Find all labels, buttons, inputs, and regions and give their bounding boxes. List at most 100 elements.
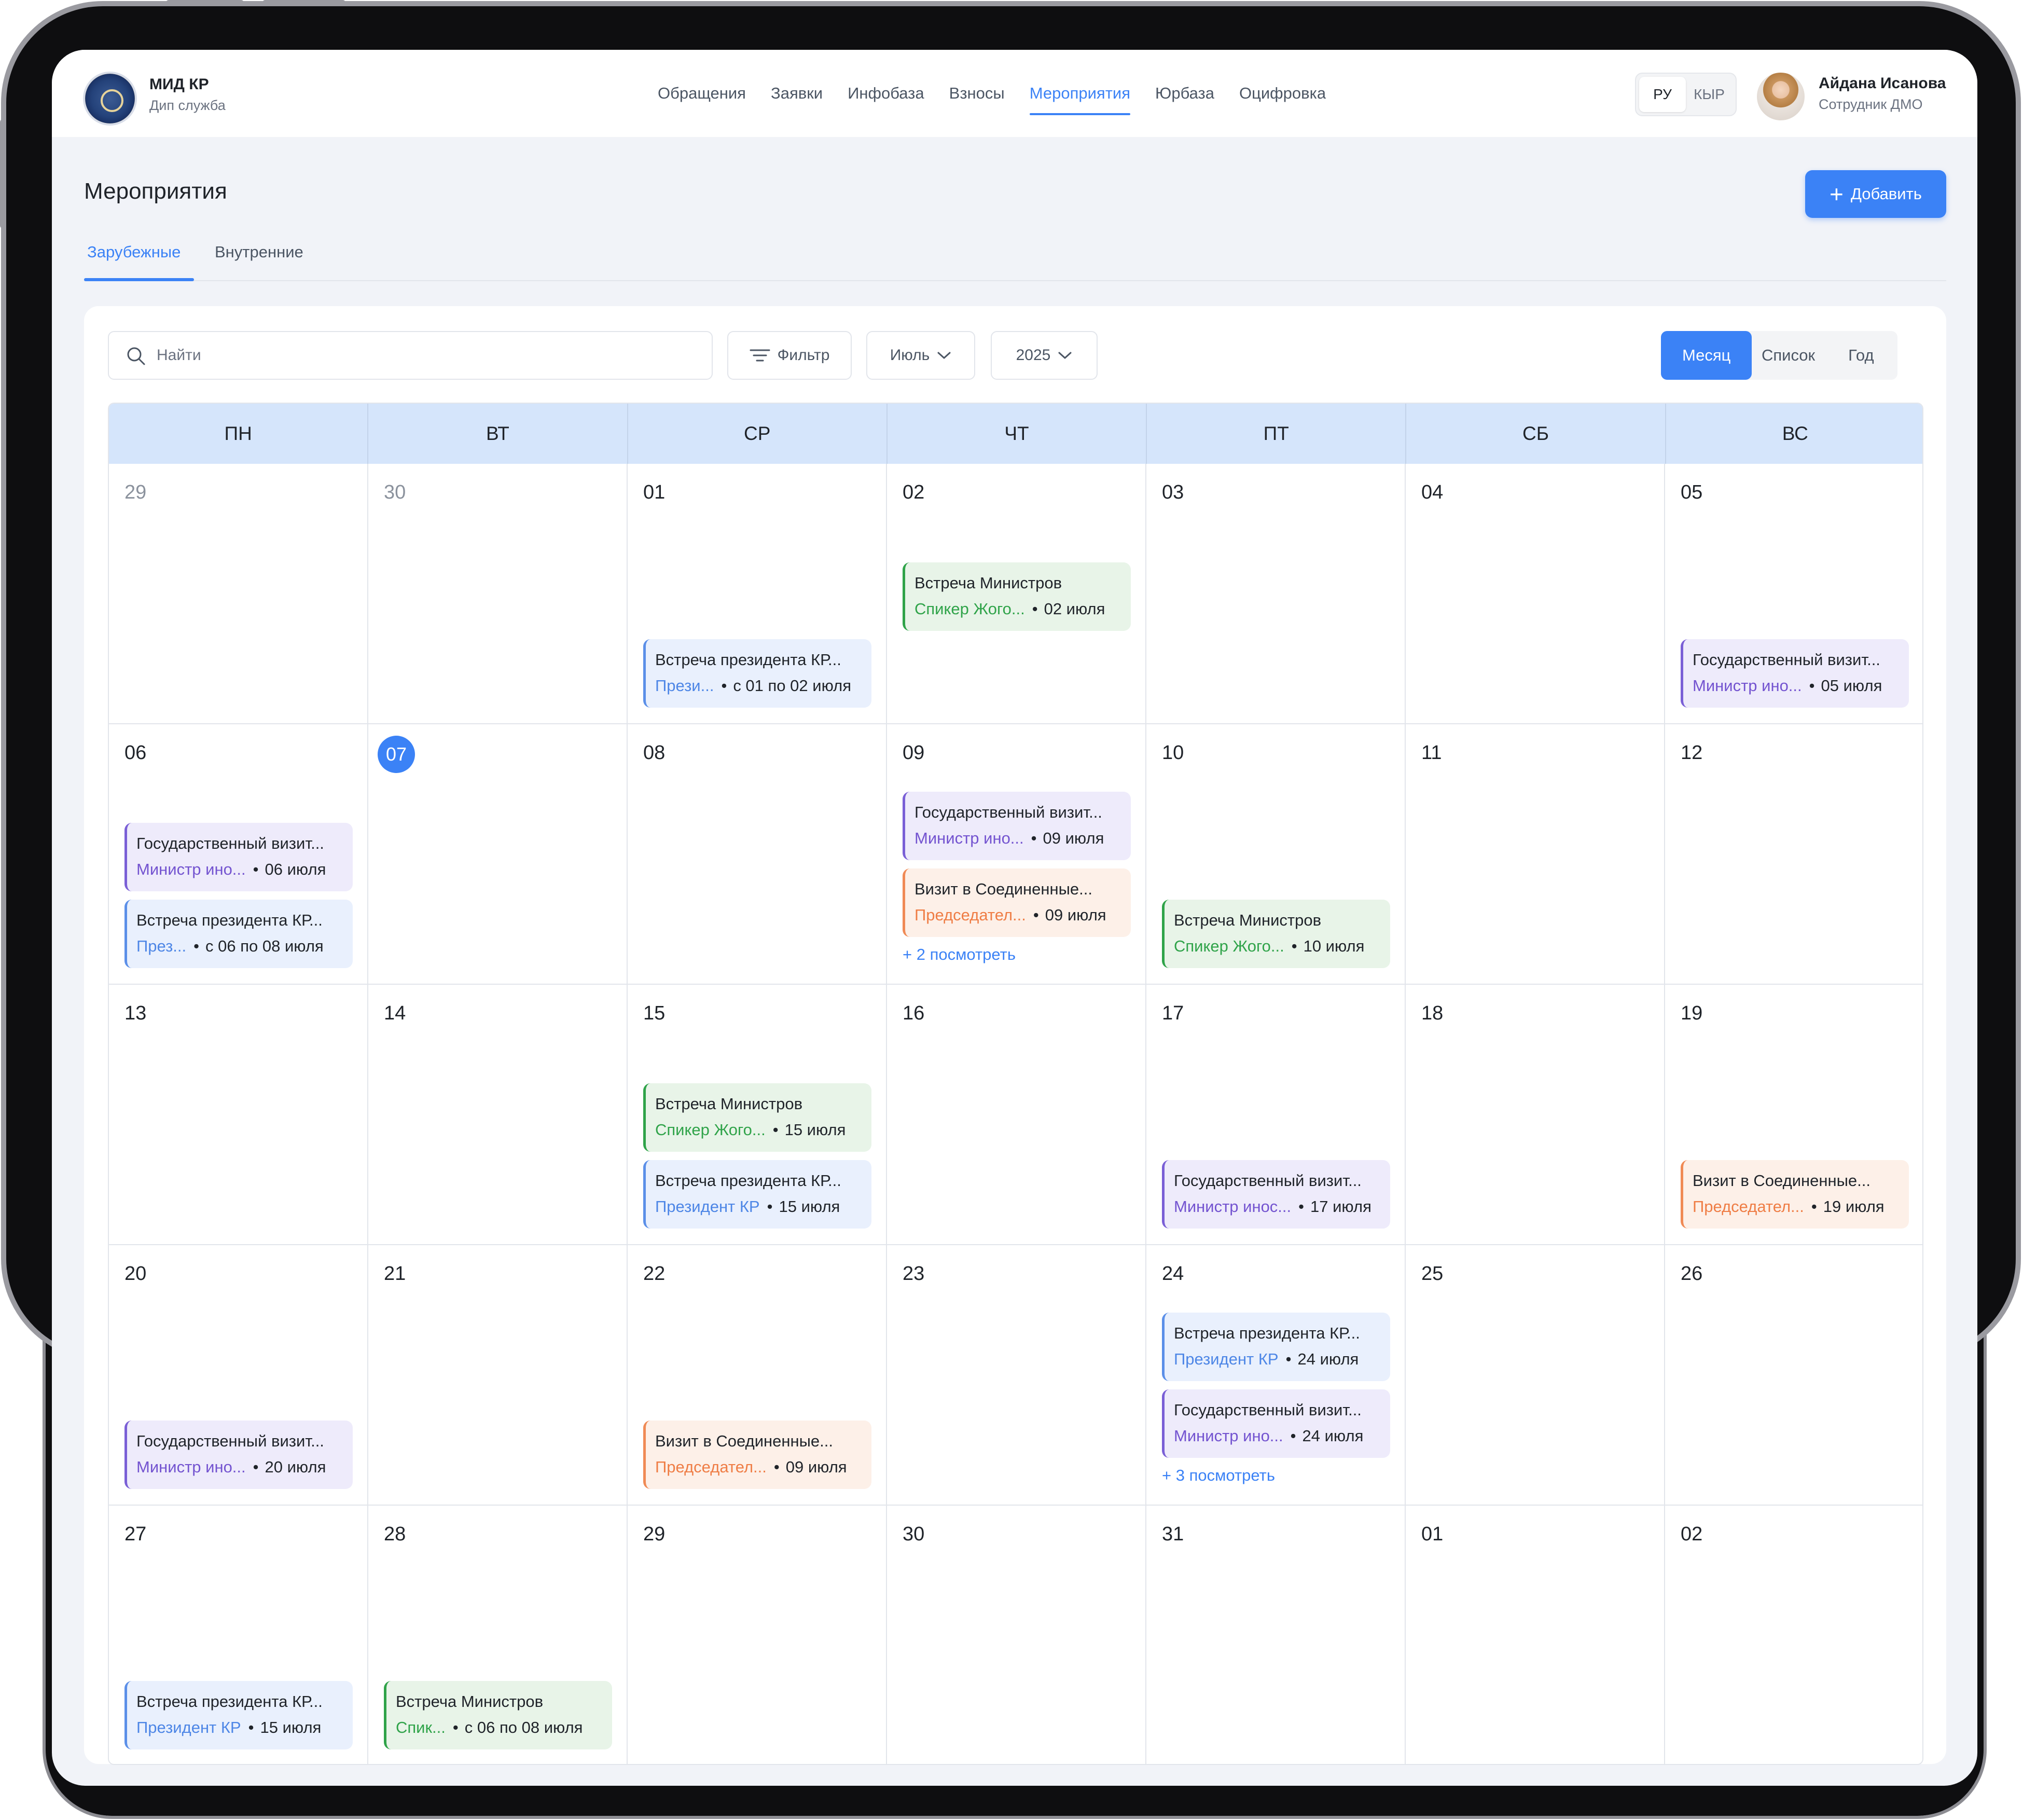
event-title: Государственный визит... [1174, 1171, 1362, 1190]
separator-dot: • [193, 937, 199, 955]
event-date: 05 июля [1821, 677, 1882, 695]
event-card[interactable]: Государственный визит... Министр ино... • 0… [124, 823, 353, 891]
event-participant: Прези... [655, 677, 714, 695]
calendar-day-cell[interactable]: 21 [368, 1245, 628, 1506]
event-card[interactable]: Встреча президента КР... Президент КР • 15 … [124, 1681, 353, 1749]
event-card[interactable]: Встреча Министров Спик... • с 06 по 08 июля [384, 1681, 612, 1749]
calendar-day-cell[interactable]: 06 Государственный визит... Министр ино...… [109, 724, 368, 985]
separator-dot: • [773, 1458, 780, 1476]
calendar-day-cell[interactable]: 28 Встреча Министров Спик... • с 06 по 08 ию… [368, 1506, 628, 1764]
calendar-day-cell[interactable]: 20 Государственный визит... Министр ино...… [109, 1245, 368, 1506]
event-date: 24 июля [1297, 1350, 1359, 1368]
calendar-day-cell[interactable]: 29 [628, 1506, 887, 1764]
event-date: с 06 по 08 июля [205, 937, 324, 955]
calendar-day-cell[interactable]: 16 [887, 985, 1146, 1245]
event-title: Визит в Соединенные... [1693, 1171, 1870, 1190]
event-meta: Председател... • 19 июля [1693, 1197, 1885, 1216]
calendar-day-cell[interactable]: 07 [368, 724, 628, 985]
event-date: 09 июля [785, 1458, 847, 1476]
show-more-link[interactable]: + 2 посмотреть [903, 945, 1016, 964]
calendar-day-cell[interactable]: 02 Встреча Министров Спикер Жого... • 02 июл… [887, 464, 1146, 724]
nav-item-2[interactable]: Инфобаза [848, 50, 924, 137]
calendar-day-cell[interactable]: 01 [1406, 1506, 1665, 1764]
calendar-day-cell[interactable]: 02 [1665, 1506, 1922, 1764]
calendar-day-cell[interactable]: 27 Встреча президента КР... Президент КР • 1… [109, 1506, 368, 1764]
nav-item-1[interactable]: Заявки [771, 50, 823, 137]
day-number: 15 [643, 1002, 666, 1024]
event-title: Встреча президента КР... [1174, 1324, 1360, 1342]
calendar-day-cell[interactable]: 23 [887, 1245, 1146, 1506]
calendar-day-cell[interactable]: 12 [1665, 724, 1922, 985]
calendar-day-cell[interactable]: 01 Встреча президента КР... Прези... • с 01 … [628, 464, 887, 724]
show-more-link[interactable]: + 3 посмотреть [1162, 1466, 1275, 1485]
event-card[interactable]: Визит в Соединенные... Председател... • 09 … [643, 1421, 871, 1489]
event-card[interactable]: Государственный визит... Министр ино... • 0… [903, 792, 1131, 860]
calendar-day-cell[interactable]: 30 [368, 464, 628, 724]
event-card[interactable]: Встреча Министров Спикер Жого... • 02 июля [903, 562, 1131, 631]
event-meta: Председател... • 09 июля [655, 1458, 847, 1477]
calendar-day-cell[interactable]: 14 [368, 985, 628, 1245]
event-card[interactable]: Визит в Соединенные... Председател... • 19 … [1681, 1160, 1909, 1229]
separator-dot: • [1291, 937, 1297, 955]
view-month-button[interactable]: Месяц [1661, 331, 1752, 380]
filter-icon [750, 349, 770, 362]
calendar-day-cell[interactable]: 24 Встреча президента КР... Президент КР • 2… [1146, 1245, 1406, 1506]
calendar-day-cell[interactable]: 19 Визит в Соединенные... Председател... • 1… [1665, 985, 1922, 1245]
event-card[interactable]: Встреча президента КР... Президент КР • 15 … [643, 1160, 871, 1229]
tab-domestic[interactable]: Внутренние [215, 243, 303, 261]
user-avatar[interactable] [1757, 73, 1805, 120]
nav-item-3[interactable]: Взносы [949, 50, 1005, 137]
event-card[interactable]: Встреча президента КР... Президент КР • 24 … [1162, 1313, 1390, 1381]
day-number: 18 [1421, 1002, 1444, 1024]
day-number: 01 [643, 481, 666, 503]
calendar-day-cell[interactable]: 29 [109, 464, 368, 724]
mfa-emblem-logo[interactable] [83, 72, 137, 126]
calendar-day-cell[interactable]: 04 [1406, 464, 1665, 724]
event-card[interactable]: Встреча Министров Спикер Жого... • 15 июля [643, 1083, 871, 1152]
calendar-day-cell[interactable]: 13 [109, 985, 368, 1245]
nav-item-5[interactable]: Юрбаза [1155, 50, 1214, 137]
calendar-card: Найти Фильтр Июль 2025 Месяц Список Год … [84, 306, 1946, 1765]
lang-ru-button[interactable]: РУ [1639, 77, 1686, 112]
event-card[interactable]: Встреча Министров Спикер Жого... • 10 июля [1162, 900, 1390, 968]
calendar-day-cell[interactable]: 11 [1406, 724, 1665, 985]
calendar-day-cell[interactable]: 10 Встреча Министров Спикер Жого... • 10 июл… [1146, 724, 1406, 985]
tab-foreign[interactable]: Зарубежные [87, 243, 181, 261]
filter-button[interactable]: Фильтр [727, 331, 852, 380]
event-card[interactable]: Государственный визит... Министр ино... • 0… [1681, 639, 1909, 708]
calendar-day-cell[interactable]: 26 [1665, 1245, 1922, 1506]
lang-ky-button[interactable]: КЫР [1686, 77, 1733, 112]
calendar-day-cell[interactable]: 05 Государственный визит... Министр ино...… [1665, 464, 1922, 724]
year-select[interactable]: 2025 [991, 331, 1098, 380]
event-card[interactable]: Государственный визит... Министр ино... • 2… [124, 1421, 353, 1489]
calendar-day-cell[interactable]: 30 [887, 1506, 1146, 1764]
event-card[interactable]: Визит в Соединенные... Председател... • 09 … [903, 868, 1131, 937]
calendar-day-cell[interactable]: 17 Государственный визит... Министр инос..… [1146, 985, 1406, 1245]
calendar-day-cell[interactable]: 08 [628, 724, 887, 985]
event-participant: През... [136, 937, 187, 955]
event-card[interactable]: Встреча президента КР... През... • с 06 по … [124, 900, 353, 968]
calendar-day-cell[interactable]: 22 Визит в Соединенные... Председател... • 0… [628, 1245, 887, 1506]
nav-item-0[interactable]: Обращения [658, 50, 746, 137]
event-card[interactable]: Государственный визит... Министр ино... • 2… [1162, 1389, 1390, 1458]
nav-item-4[interactable]: Мероприятия [1029, 50, 1131, 137]
year-value: 2025 [1016, 347, 1051, 364]
calendar-day-cell[interactable]: 31 [1146, 1506, 1406, 1764]
add-button[interactable]: + Добавить [1805, 170, 1946, 218]
view-year-button[interactable]: Год [1825, 331, 1897, 380]
page-title: Мероприятия [84, 178, 227, 204]
day-number: 02 [1681, 1523, 1703, 1545]
calendar-day-cell[interactable]: 25 [1406, 1245, 1665, 1506]
chevron-down-icon [937, 352, 951, 359]
day-number: 21 [384, 1263, 406, 1285]
search-input[interactable]: Найти [108, 331, 713, 380]
event-card[interactable]: Государственный визит... Министр инос... •… [1162, 1160, 1390, 1229]
event-card[interactable]: Встреча президента КР... Прези... • с 01 по… [643, 639, 871, 708]
nav-item-6[interactable]: Оцифровка [1239, 50, 1326, 137]
month-select[interactable]: Июль [866, 331, 975, 380]
calendar-day-cell[interactable]: 18 [1406, 985, 1665, 1245]
calendar-day-cell[interactable]: 03 [1146, 464, 1406, 724]
calendar-day-cell[interactable]: 15 Встреча Министров Спикер Жого... • 15 июл… [628, 985, 887, 1245]
calendar-day-cell[interactable]: 09 Государственный визит... Министр ино...… [887, 724, 1146, 985]
view-list-button[interactable]: Список [1752, 331, 1824, 380]
